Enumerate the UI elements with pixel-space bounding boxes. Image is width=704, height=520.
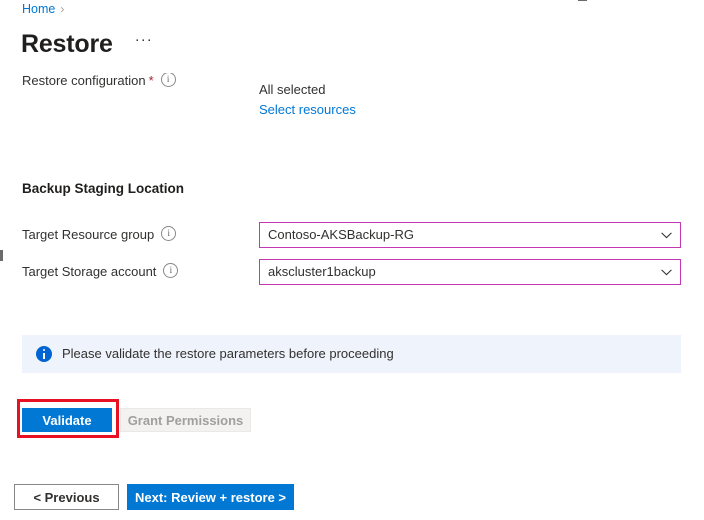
target-storage-account-dropdown[interactable]: akscluster1backup (259, 259, 681, 285)
target-storage-account-label: Target Storage account (22, 262, 178, 282)
info-banner: Please validate the restore parameters b… (22, 335, 681, 373)
grant-permissions-button: Grant Permissions (120, 408, 251, 432)
target-resource-group-label: Target Resource group (22, 225, 176, 245)
next-button[interactable]: Next: Review + restore > (127, 484, 294, 510)
validate-button[interactable]: Validate (22, 408, 112, 432)
target-storage-account-row: Target Storage account akscluster1backup (0, 259, 704, 285)
select-resources-link[interactable]: Select resources (259, 101, 356, 119)
target-resource-group-dropdown[interactable]: Contoso-AKSBackup-RG (259, 222, 681, 248)
required-marker: * (149, 73, 154, 88)
previous-button[interactable]: < Previous (14, 484, 119, 510)
restore-configuration-label: Restore configuration* (22, 73, 176, 91)
breadcrumb-separator-icon: › (60, 2, 64, 16)
restore-configuration-info-icon[interactable] (161, 73, 176, 87)
target-resource-group-row: Target Resource group Contoso-AKSBackup-… (0, 222, 704, 248)
more-options-button[interactable]: ··· (135, 34, 153, 55)
page-header: Restore ··· (21, 29, 153, 59)
target-storage-account-value: akscluster1backup (260, 260, 652, 284)
chevron-down-icon (652, 260, 680, 284)
target-storage-account-info-icon[interactable] (163, 263, 178, 278)
clipped-toolbar-fragment (578, 0, 587, 1)
breadcrumb-item-home[interactable]: Home (22, 2, 55, 16)
page-title: Restore (21, 29, 113, 59)
breadcrumb: Home › (22, 1, 68, 17)
chevron-down-icon (652, 223, 680, 247)
info-filled-icon (36, 346, 52, 362)
restore-configuration-value: All selected (259, 81, 325, 99)
target-resource-group-info-icon[interactable] (161, 226, 176, 241)
restore-configuration-row: Restore configuration* (0, 73, 704, 95)
info-banner-message: Please validate the restore parameters b… (62, 345, 394, 363)
backup-staging-location-heading: Backup Staging Location (22, 179, 184, 199)
target-resource-group-value: Contoso-AKSBackup-RG (260, 223, 652, 247)
